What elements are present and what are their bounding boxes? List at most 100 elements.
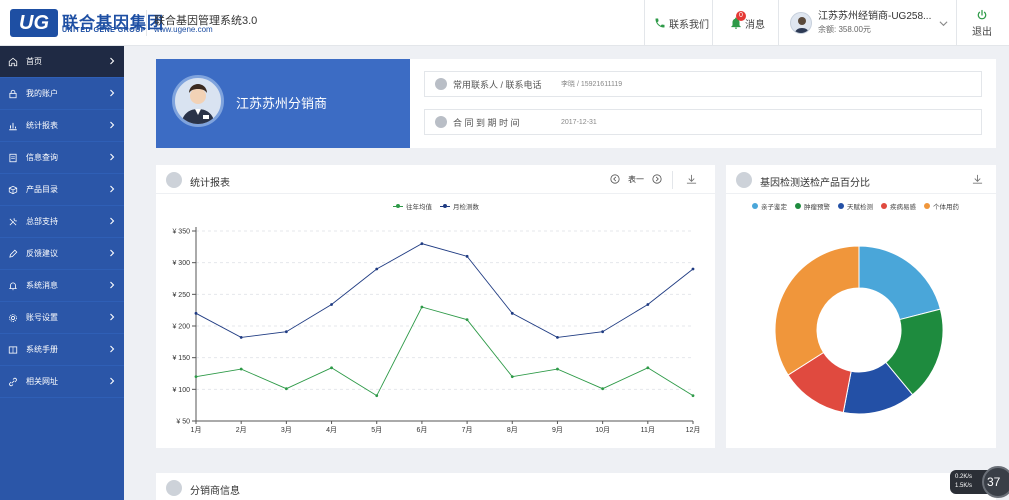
company-logo[interactable]: UG 联合基因集团 UNITED GENE GROUP: [10, 9, 163, 37]
sidebar-item[interactable]: 相关网址: [0, 366, 124, 398]
data-point[interactable]: [239, 336, 243, 339]
sidebar-item[interactable]: 反馈建议: [0, 238, 124, 270]
logout-button[interactable]: 退出: [972, 0, 992, 46]
donut-slice[interactable]: [774, 245, 860, 376]
sidebar-item[interactable]: 首页: [0, 46, 124, 78]
chevron-right-icon: [110, 313, 115, 321]
user-name: 江苏苏州经销商-UG258...: [818, 11, 932, 22]
contact-row: 常用联系人 / 联系电话 李晓 / 15921611119: [424, 71, 982, 97]
series-line: [195, 243, 694, 338]
contact-value: 李晓 / 15921611119: [561, 81, 623, 88]
data-point[interactable]: [420, 242, 424, 246]
sidebar-item[interactable]: 我的账户: [0, 78, 124, 110]
legend-item[interactable]: 肿瘤预警: [795, 201, 830, 211]
data-point[interactable]: [601, 387, 605, 391]
contact-us-button[interactable]: 联系我们: [654, 0, 709, 46]
data-point[interactable]: [284, 387, 288, 391]
data-point[interactable]: [556, 367, 559, 371]
stats-panel: 统计报表 表一 往年均值 月检测数 ¥ 50 ¥ 100 ¥ 150 ¥ 200 ¥ 25…: [156, 165, 715, 448]
sidebar-item[interactable]: 信息查询: [0, 142, 124, 174]
prev-arrow-icon[interactable]: [610, 174, 620, 184]
sidebar-item[interactable]: 系统手册: [0, 334, 124, 366]
data-point[interactable]: [194, 375, 198, 379]
sidebar-item[interactable]: 产品目录: [0, 174, 124, 206]
legend-item[interactable]: 个体用药: [924, 201, 959, 211]
donut-slice[interactable]: [858, 245, 941, 321]
download-icon[interactable]: [686, 174, 697, 185]
legend-swatch: [838, 203, 844, 209]
speed-percent-circle[interactable]: 37: [982, 466, 1009, 498]
data-point[interactable]: [375, 267, 379, 271]
legend-label: 疾病易感: [890, 204, 916, 211]
data-point[interactable]: [510, 311, 514, 315]
legend-item[interactable]: 亲子鉴定: [752, 201, 787, 211]
sidebar-item-label: 我的账户: [26, 89, 58, 98]
data-point[interactable]: [510, 375, 514, 379]
legend-label: 天赋检测: [847, 204, 873, 211]
sidebar-item-label: 相关网址: [26, 377, 58, 386]
data-point[interactable]: [465, 254, 469, 258]
x-tick-label: 11月: [641, 426, 655, 434]
data-point[interactable]: [194, 311, 198, 315]
sidebar-item[interactable]: 统计报表: [0, 110, 124, 142]
header-divider: [778, 0, 779, 46]
x-tick-label: 5月: [371, 426, 382, 434]
chevron-right-icon: [110, 89, 115, 97]
legend-swatch: [795, 203, 801, 209]
legend-item[interactable]: 月检测数: [440, 201, 479, 211]
y-tick-label: ¥ 300: [172, 260, 190, 267]
distributor-panel-header: 分销商信息: [156, 473, 996, 500]
user-menu[interactable]: 江苏苏州经销商-UG258... 余额: 358.00元: [790, 0, 948, 46]
x-tick-label: 8月: [507, 426, 518, 434]
x-tick-label: 12月: [686, 426, 701, 434]
data-point[interactable]: [465, 318, 469, 322]
x-tick-label: 10月: [595, 426, 610, 434]
chevron-right-icon: [110, 57, 115, 65]
x-tick-label: 2月: [236, 426, 247, 434]
sidebar-item[interactable]: 系统消息: [0, 270, 124, 302]
legend-swatch: [924, 203, 930, 209]
y-tick-label: ¥ 250: [172, 292, 190, 299]
data-point[interactable]: [646, 366, 650, 370]
data-point[interactable]: [691, 394, 695, 398]
sidebar-item-label: 产品目录: [26, 185, 58, 194]
data-point[interactable]: [330, 303, 333, 306]
download-icon[interactable]: [972, 174, 983, 185]
legend-item[interactable]: 疾病易感: [881, 201, 916, 211]
bell-icon: 0: [729, 11, 746, 30]
data-point[interactable]: [420, 305, 424, 309]
sidebar-item[interactable]: 账号设置: [0, 302, 124, 334]
data-point[interactable]: [284, 330, 288, 334]
message-count-badge: 0: [736, 11, 746, 21]
pie-chart-legend: 亲子鉴定 肿瘤预警 天赋检测 疾病易感 个体用药: [752, 201, 967, 211]
y-tick-label: ¥ 150: [172, 355, 190, 362]
header-divider: [956, 0, 957, 46]
next-arrow-icon[interactable]: [652, 174, 662, 184]
data-point[interactable]: [556, 336, 559, 339]
sidebar-item[interactable]: 总部支持: [0, 206, 124, 238]
x-tick-label: 9月: [552, 426, 563, 434]
system-url[interactable]: www.ugene.com: [154, 25, 213, 34]
list-icon: [166, 480, 182, 496]
data-point[interactable]: [601, 330, 605, 334]
legend-label: 肿瘤预警: [804, 204, 830, 211]
legend-swatch: [881, 203, 887, 209]
donut-chart: [774, 245, 944, 415]
legend-item[interactable]: 往年均值: [393, 201, 432, 211]
profile-info: 常用联系人 / 联系电话 李晓 / 15921611119 合 同 到 期 时 …: [410, 59, 996, 148]
data-point[interactable]: [330, 366, 333, 370]
data-point[interactable]: [375, 394, 379, 398]
messages-button[interactable]: 0 消息: [729, 0, 765, 46]
data-point[interactable]: [646, 303, 650, 306]
legend-item[interactable]: 天赋检测: [838, 201, 873, 211]
sidebar-item-label: 账号设置: [26, 313, 58, 322]
data-point[interactable]: [691, 267, 695, 271]
user-avatar: [790, 12, 812, 34]
sidebar-item-label: 反馈建议: [26, 249, 58, 258]
chevron-down-icon: [939, 20, 948, 26]
data-point[interactable]: [239, 367, 243, 371]
chevron-right-icon: [110, 249, 115, 257]
chevron-right-icon: [110, 377, 115, 385]
stats-panel-title: 统计报表: [190, 178, 230, 189]
user-balance: 余额: 358.00元: [818, 25, 871, 34]
